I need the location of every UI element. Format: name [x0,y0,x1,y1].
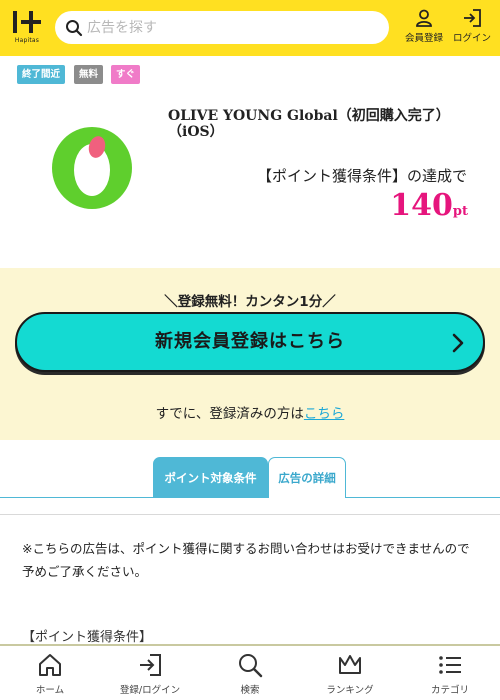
nav-search[interactable]: 検索 [200,652,300,696]
tag-free: 無料 [74,65,104,84]
register-label: 会員登録 [404,33,443,44]
login-icon [464,9,481,27]
registration-note: ＼登録無料！カンタン1分／ [164,294,336,310]
nav-ranking-label: ランキング [326,685,374,696]
login-link[interactable]: こちら [304,406,345,422]
register-cta-button[interactable]: 新規会員登録はこちら [15,312,485,372]
login-label: ログイン [452,33,491,44]
search-icon [239,654,263,678]
olive-young-logo-icon [52,127,132,209]
login-icon [140,654,161,676]
already-registered-line: すでに、登録済みの方はこちら [0,402,500,422]
nav-register-login-label: 登録/ログイン [119,685,181,696]
points-unit: pt [452,204,468,219]
nav-category-label: カテゴリ [430,685,469,696]
list-icon [439,656,461,674]
hapitas-logo[interactable]: Hapitas [11,9,43,45]
nav-search-label: 検索 [240,685,260,696]
ad-points: 140pt [390,188,468,223]
nav-home[interactable]: ホーム [0,652,100,696]
already-registered-text: すでに、登録済みの方は [155,406,304,422]
register-cta-label: 新規会員登録はこちら [155,331,345,352]
nav-ranking[interactable]: ランキング [300,652,400,696]
condition-heading: 【ポイント獲得条件】 [22,630,153,645]
register-button[interactable]: 会員登録 [401,9,447,49]
nav-register-login[interactable]: 登録/ログイン [100,652,200,696]
search-input[interactable] [87,11,377,44]
bottom-nav: ホーム 登録/ログイン 検索 ランキング カテゴリ [0,644,500,700]
divider [0,514,500,515]
home-icon [39,654,61,676]
tab-ad-details[interactable]: 広告の詳細 [268,457,346,498]
nav-category[interactable]: カテゴリ [400,652,500,696]
ad-condition-text: 【ポイント獲得条件】の達成で [256,167,467,185]
hapitas-logo-icon [13,11,41,33]
logo-text: Hapitas [14,37,40,44]
user-icon [416,9,432,27]
crown-icon [339,655,361,674]
login-button[interactable]: ログイン [449,9,495,49]
tab-point-conditions[interactable]: ポイント対象条件 [153,457,268,498]
tag-instant: すぐ [111,65,141,84]
points-value: 140 [390,188,453,223]
ad-title: OLIVE YOUNG Global（初回購入完了）（iOS） [168,108,450,140]
tag-ending-soon: 終了間近 [17,65,66,84]
search-box[interactable] [55,11,389,44]
notice-text: ※こちらの広告は、ポイント獲得に関するお問い合わせはお受けできませんので予めご了… [22,541,470,579]
header-bar: Hapitas 会員登録 ログイン [0,0,500,56]
search-icon [66,20,83,37]
chevron-right-icon [452,333,464,353]
nav-home-label: ホーム [35,685,65,696]
